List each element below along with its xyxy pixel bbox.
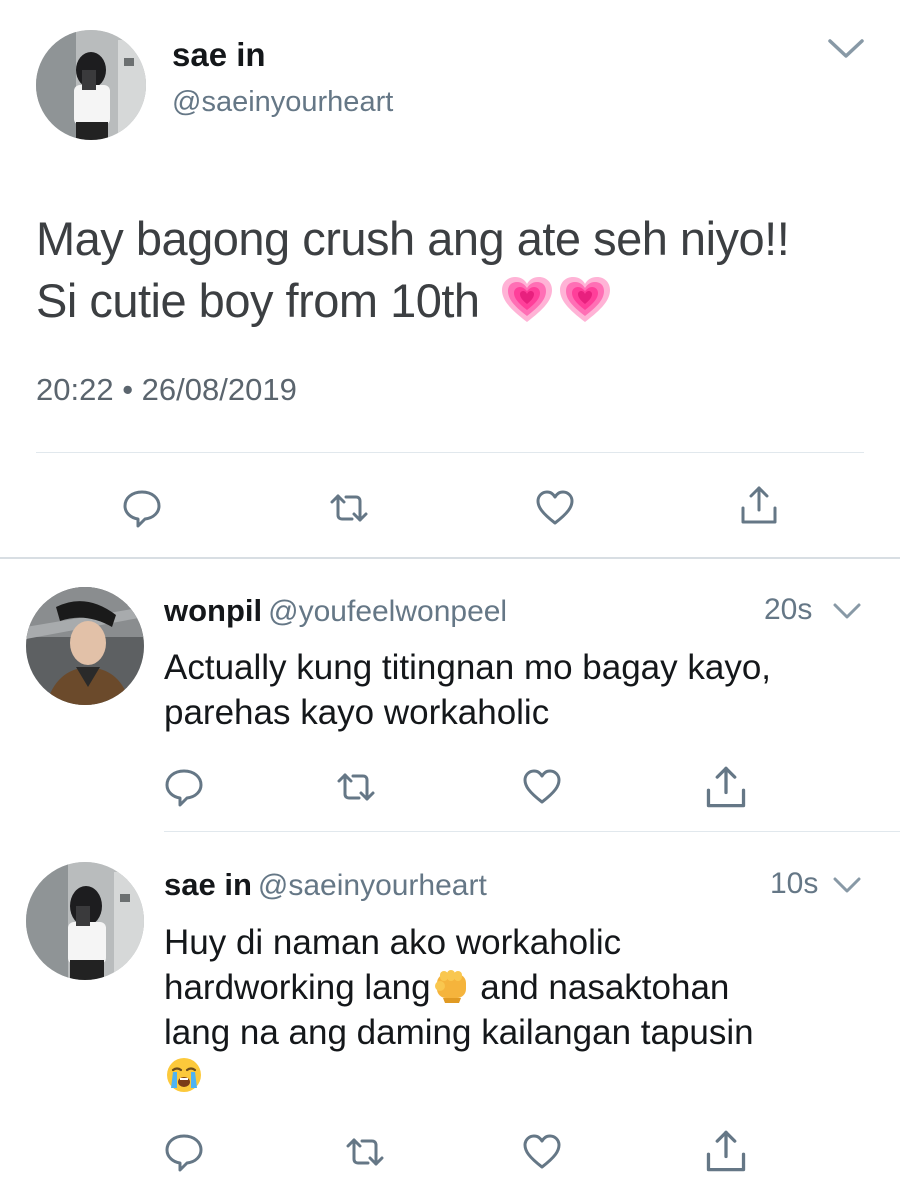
retweet-icon[interactable] <box>328 487 370 529</box>
chevron-down-icon[interactable] <box>832 875 862 895</box>
reply-text: Actually kung titingnan mo bagay kayo, p… <box>164 645 864 735</box>
growing-heart-emoji <box>500 275 554 325</box>
tweet-text-line: Si cutie boy from 10th <box>36 274 480 327</box>
reply-text-line: Huy di naman ako workaholic <box>164 923 622 962</box>
reply-timestamp: 10s <box>770 867 819 900</box>
like-icon[interactable] <box>521 766 563 808</box>
reply-author-name[interactable]: sae in <box>164 867 252 902</box>
reply-text-line: lang na ang daming kailangan tapusin <box>164 1013 754 1052</box>
like-icon[interactable] <box>521 1131 563 1173</box>
reply-author-handle[interactable]: @saeinyourheart <box>258 869 487 902</box>
reply-author-avatar[interactable] <box>26 862 144 980</box>
retweet-icon[interactable] <box>335 766 377 808</box>
share-icon[interactable] <box>738 484 780 526</box>
growing-heart-emoji <box>558 275 612 325</box>
reply-author-name[interactable]: wonpil <box>164 593 262 628</box>
reply-text-line-with-emoji: hardworking lang and nasaktohan <box>164 965 864 1010</box>
divider <box>164 831 900 832</box>
author-avatar[interactable] <box>36 30 146 140</box>
author-handle[interactable]: @saeinyourheart <box>172 86 393 119</box>
reply-timestamp: 20s <box>764 593 813 626</box>
tweet-timestamp: 20:22 • 26/08/2019 <box>36 372 297 407</box>
reply-author-avatar[interactable] <box>26 587 144 705</box>
loudly-crying-face-emoji <box>164 1055 204 1095</box>
tweet-text: May bagong crush ang ate seh niyo!! Si c… <box>36 208 876 332</box>
reply-icon[interactable] <box>163 1131 205 1173</box>
tweet-text-line: May bagong crush ang ate seh niyo!! <box>36 212 790 265</box>
retweet-icon[interactable] <box>344 1131 386 1173</box>
tweet-text-line-with-emoji: Si cutie boy from 10th <box>36 270 876 332</box>
share-icon[interactable] <box>703 1128 749 1174</box>
reply-author-handle[interactable]: @youfeelwonpeel <box>268 595 507 628</box>
reply-author[interactable]: sae in @saeinyourheart <box>164 867 487 903</box>
author-name[interactable]: sae in <box>172 36 266 74</box>
share-icon[interactable] <box>703 764 749 810</box>
like-icon[interactable] <box>534 487 576 529</box>
reply-text-line: hardworking lang <box>164 968 431 1007</box>
reply-text-line: Actually kung titingnan mo bagay kayo, <box>164 648 772 687</box>
reply-text-line: parehas kayo workaholic <box>164 693 550 732</box>
chevron-down-icon[interactable] <box>826 36 866 62</box>
reply-text-line-emoji <box>164 1055 864 1100</box>
reply-icon[interactable] <box>121 487 163 529</box>
divider <box>0 557 900 559</box>
chevron-down-icon[interactable] <box>832 601 862 621</box>
reply-text-line: and nasaktohan <box>470 968 730 1007</box>
reply-text: Huy di naman ako workaholic hardworking … <box>164 920 864 1100</box>
reply-author[interactable]: wonpil @youfeelwonpeel <box>164 593 507 629</box>
oncoming-fist-emoji <box>431 965 471 1005</box>
reply-icon[interactable] <box>163 766 205 808</box>
divider <box>36 452 864 453</box>
